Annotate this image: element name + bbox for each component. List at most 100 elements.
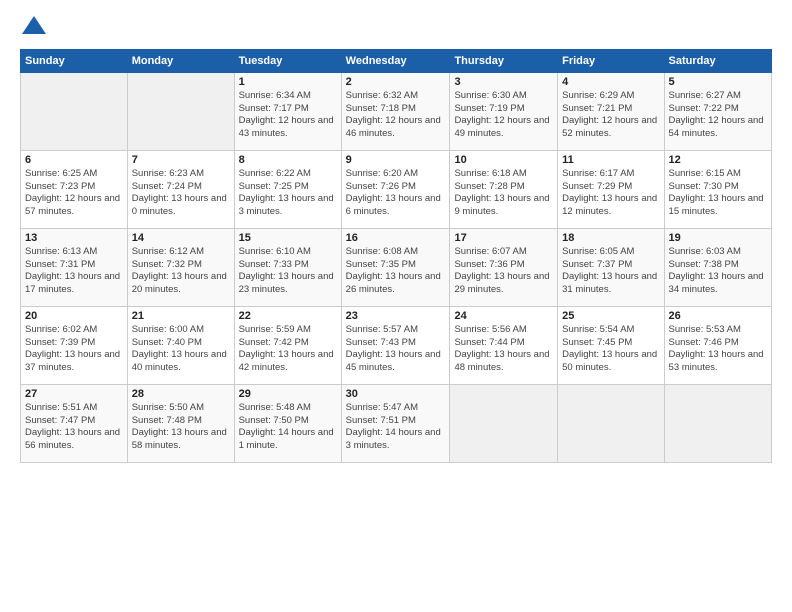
calendar-cell: 18 Sunrise: 6:05 AM Sunset: 7:37 PM Dayli… (558, 228, 664, 306)
day-number: 10 (454, 154, 553, 166)
day-info: Sunrise: 6:13 AM Sunset: 7:31 PM Dayligh… (25, 246, 123, 297)
weekday-header-thursday: Thursday (450, 49, 558, 72)
day-info: Sunrise: 6:18 AM Sunset: 7:28 PM Dayligh… (454, 168, 553, 219)
day-info: Sunrise: 5:51 AM Sunset: 7:47 PM Dayligh… (25, 402, 123, 453)
calendar-cell: 27 Sunrise: 5:51 AM Sunset: 7:47 PM Dayli… (21, 384, 128, 462)
calendar-cell: 26 Sunrise: 5:53 AM Sunset: 7:46 PM Dayli… (664, 306, 771, 384)
day-number: 17 (454, 232, 553, 244)
calendar-cell: 4 Sunrise: 6:29 AM Sunset: 7:21 PM Daylig… (558, 72, 664, 150)
calendar-cell: 29 Sunrise: 5:48 AM Sunset: 7:50 PM Dayli… (234, 384, 341, 462)
day-number: 16 (346, 232, 446, 244)
calendar-week-row: 6Sunrise: 6:25 AM Sunset: 7:23 PM Daylig… (21, 150, 772, 228)
calendar-cell: 15 Sunrise: 6:10 AM Sunset: 7:33 PM Dayli… (234, 228, 341, 306)
day-number: 5 (669, 76, 767, 88)
calendar-cell: 24 Sunrise: 5:56 AM Sunset: 7:44 PM Dayli… (450, 306, 558, 384)
day-info: Sunrise: 6:20 AM Sunset: 7:26 PM Dayligh… (346, 168, 446, 219)
day-info: Sunrise: 6:05 AM Sunset: 7:37 PM Dayligh… (562, 246, 659, 297)
day-number: 18 (562, 232, 659, 244)
day-info: Sunrise: 6:00 AM Sunset: 7:40 PM Dayligh… (132, 324, 230, 375)
day-number: 7 (132, 154, 230, 166)
day-number: 24 (454, 310, 553, 322)
weekday-header-wednesday: Wednesday (341, 49, 450, 72)
day-number: 3 (454, 76, 553, 88)
day-info: Sunrise: 5:53 AM Sunset: 7:46 PM Dayligh… (669, 324, 767, 375)
calendar-week-row: 13 Sunrise: 6:13 AM Sunset: 7:31 PM Dayli… (21, 228, 772, 306)
calendar-cell: 11 Sunrise: 6:17 AM Sunset: 7:29 PM Dayli… (558, 150, 664, 228)
calendar-cell: 30 Sunrise: 5:47 AM Sunset: 7:51 PM Dayli… (341, 384, 450, 462)
calendar-cell (127, 72, 234, 150)
calendar-cell: 23 Sunrise: 5:57 AM Sunset: 7:43 PM Dayli… (341, 306, 450, 384)
day-number: 25 (562, 310, 659, 322)
day-number: 2 (346, 76, 446, 88)
calendar-cell: 1 Sunrise: 6:34 AM Sunset: 7:17 PM Daylig… (234, 72, 341, 150)
day-number: 21 (132, 310, 230, 322)
calendar-cell: 10 Sunrise: 6:18 AM Sunset: 7:28 PM Dayli… (450, 150, 558, 228)
day-number: 20 (25, 310, 123, 322)
day-number: 14 (132, 232, 230, 244)
calendar-cell: 19 Sunrise: 6:03 AM Sunset: 7:38 PM Dayli… (664, 228, 771, 306)
day-info: Sunrise: 6:08 AM Sunset: 7:35 PM Dayligh… (346, 246, 446, 297)
day-number: 15 (239, 232, 337, 244)
calendar-cell: 12Sunrise: 6:15 AM Sunset: 7:30 PM Dayli… (664, 150, 771, 228)
calendar-cell: 20 Sunrise: 6:02 AM Sunset: 7:39 PM Dayli… (21, 306, 128, 384)
weekday-header-sunday: Sunday (21, 49, 128, 72)
day-info: Sunrise: 5:54 AM Sunset: 7:45 PM Dayligh… (562, 324, 659, 375)
day-info: Sunrise: 5:50 AM Sunset: 7:48 PM Dayligh… (132, 402, 230, 453)
day-number: 27 (25, 388, 123, 400)
day-number: 4 (562, 76, 659, 88)
day-info: Sunrise: 6:17 AM Sunset: 7:29 PM Dayligh… (562, 168, 659, 219)
calendar-cell: 22 Sunrise: 5:59 AM Sunset: 7:42 PM Dayli… (234, 306, 341, 384)
day-info: Sunrise: 5:57 AM Sunset: 7:43 PM Dayligh… (346, 324, 446, 375)
day-number: 26 (669, 310, 767, 322)
calendar-week-row: 27 Sunrise: 5:51 AM Sunset: 7:47 PM Dayli… (21, 384, 772, 462)
day-info: Sunrise: 6:29 AM Sunset: 7:21 PM Dayligh… (562, 90, 659, 141)
calendar-cell: 5 Sunrise: 6:27 AM Sunset: 7:22 PM Daylig… (664, 72, 771, 150)
day-number: 11 (562, 154, 659, 166)
day-number: 30 (346, 388, 446, 400)
calendar-cell: 28 Sunrise: 5:50 AM Sunset: 7:48 PM Dayli… (127, 384, 234, 462)
day-number: 28 (132, 388, 230, 400)
day-info: Sunrise: 6:10 AM Sunset: 7:33 PM Dayligh… (239, 246, 337, 297)
day-number: 1 (239, 76, 337, 88)
day-info: Sunrise: 6:22 AM Sunset: 7:25 PM Dayligh… (239, 168, 337, 219)
calendar-cell: 17 Sunrise: 6:07 AM Sunset: 7:36 PM Dayli… (450, 228, 558, 306)
day-info: Sunrise: 6:23 AM Sunset: 7:24 PM Dayligh… (132, 168, 230, 219)
calendar-cell (21, 72, 128, 150)
logo (20, 16, 46, 39)
calendar-cell: 13 Sunrise: 6:13 AM Sunset: 7:31 PM Dayli… (21, 228, 128, 306)
day-number: 22 (239, 310, 337, 322)
calendar-cell: 7 Sunrise: 6:23 AM Sunset: 7:24 PM Daylig… (127, 150, 234, 228)
day-info: Sunrise: 6:12 AM Sunset: 7:32 PM Dayligh… (132, 246, 230, 297)
calendar-cell: 2 Sunrise: 6:32 AM Sunset: 7:18 PM Daylig… (341, 72, 450, 150)
day-number: 29 (239, 388, 337, 400)
day-info: Sunrise: 6:25 AM Sunset: 7:23 PM Dayligh… (25, 168, 123, 219)
day-info: Sunrise: 5:48 AM Sunset: 7:50 PM Dayligh… (239, 402, 337, 453)
calendar-cell: 16 Sunrise: 6:08 AM Sunset: 7:35 PM Dayli… (341, 228, 450, 306)
day-info: Sunrise: 6:07 AM Sunset: 7:36 PM Dayligh… (454, 246, 553, 297)
day-info: Sunrise: 5:59 AM Sunset: 7:42 PM Dayligh… (239, 324, 337, 375)
day-number: 9 (346, 154, 446, 166)
day-info: Sunrise: 6:27 AM Sunset: 7:22 PM Dayligh… (669, 90, 767, 141)
day-number: 19 (669, 232, 767, 244)
calendar-week-row: 20 Sunrise: 6:02 AM Sunset: 7:39 PM Dayli… (21, 306, 772, 384)
day-info: Sunrise: 6:03 AM Sunset: 7:38 PM Dayligh… (669, 246, 767, 297)
calendar-cell: 9 Sunrise: 6:20 AM Sunset: 7:26 PM Daylig… (341, 150, 450, 228)
day-info: Sunrise: 6:32 AM Sunset: 7:18 PM Dayligh… (346, 90, 446, 141)
weekday-header-tuesday: Tuesday (234, 49, 341, 72)
day-number: 8 (239, 154, 337, 166)
weekday-header-row: SundayMondayTuesdayWednesdayThursdayFrid… (21, 49, 772, 72)
logo-icon (22, 16, 46, 34)
calendar-cell: 3Sunrise: 6:30 AM Sunset: 7:19 PM Daylig… (450, 72, 558, 150)
day-number: 23 (346, 310, 446, 322)
calendar-cell: 21 Sunrise: 6:00 AM Sunset: 7:40 PM Dayli… (127, 306, 234, 384)
day-info: Sunrise: 6:34 AM Sunset: 7:17 PM Dayligh… (239, 90, 337, 141)
calendar-cell (450, 384, 558, 462)
day-info: Sunrise: 5:47 AM Sunset: 7:51 PM Dayligh… (346, 402, 446, 453)
weekday-header-saturday: Saturday (664, 49, 771, 72)
calendar-table: SundayMondayTuesdayWednesdayThursdayFrid… (20, 49, 772, 463)
weekday-header-friday: Friday (558, 49, 664, 72)
day-info: Sunrise: 5:56 AM Sunset: 7:44 PM Dayligh… (454, 324, 553, 375)
calendar-cell (558, 384, 664, 462)
day-number: 13 (25, 232, 123, 244)
day-info: Sunrise: 6:02 AM Sunset: 7:39 PM Dayligh… (25, 324, 123, 375)
